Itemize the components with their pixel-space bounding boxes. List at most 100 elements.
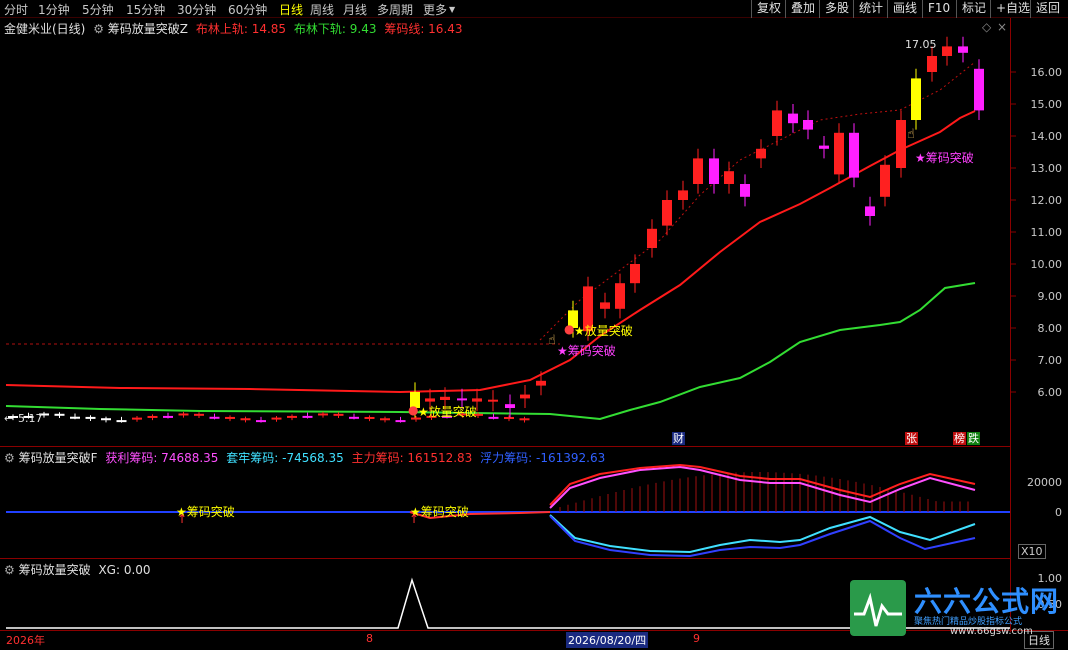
- candle-body: [440, 396, 450, 400]
- candle-body: [788, 113, 798, 124]
- lower-band-label: 布林下轨: 9.43: [293, 22, 377, 36]
- watermark-url: www.66gsw.com: [950, 626, 1033, 637]
- date-month: 9: [693, 632, 700, 645]
- candle-body: [849, 132, 859, 178]
- low-price-label: 5.17: [18, 412, 43, 425]
- panel-divider-2: [0, 558, 1010, 559]
- panel3-legend: ⚙ 筹码放量突破 XG: 0.00: [4, 561, 151, 578]
- candle-body: [472, 398, 482, 402]
- indicator-name[interactable]: 筹码放量突破Z: [108, 22, 188, 36]
- watermark-logo: 六六公式网 聚焦热门精品炒股指标公式 www.66gsw.com: [850, 578, 1060, 638]
- candle-body: [519, 418, 530, 421]
- main-chip-label: 主力筹码: 161512.83: [351, 451, 473, 465]
- panel2-axis-tick: 20000: [1027, 476, 1062, 489]
- candle-body: [942, 46, 952, 56]
- price-tick: 16.00: [1030, 66, 1063, 79]
- panel2-legend: ⚙ 筹码放量突破F 获利筹码: 74688.35 套牢筹码: -74568.35…: [4, 449, 605, 466]
- candle-body: [896, 120, 906, 168]
- cursor-date: 2026/08/20/四: [566, 632, 649, 648]
- profit-chip-line: [549, 465, 976, 509]
- kline-chart[interactable]: [0, 0, 1068, 650]
- candle-body: [318, 413, 328, 416]
- lower-band-line: [5, 282, 976, 421]
- trapped-chip-label: 套牢筹码: -74568.35: [226, 451, 344, 465]
- diamond-icon[interactable]: ◇: [982, 20, 991, 34]
- candle-body: [678, 190, 688, 200]
- hand-pointer-icon: ☝: [907, 127, 915, 142]
- signal-ball-icon: ●: [408, 403, 419, 417]
- settings-gear-icon[interactable]: ⚙: [4, 451, 15, 465]
- price-tick: 11.00: [1030, 226, 1063, 239]
- candle-body: [927, 56, 937, 72]
- candle-body: [54, 413, 65, 416]
- up-arrow-icon: ↑: [409, 512, 420, 526]
- profit-chip-label: 获利筹码: 74688.35: [105, 451, 219, 465]
- xg-value-label: XG: 0.00: [98, 563, 151, 577]
- candle-body: [287, 415, 297, 418]
- candle-body: [504, 417, 514, 420]
- panel-divider-1: [0, 446, 1010, 447]
- price-tick: 13.00: [1030, 162, 1063, 175]
- panel2-axis-tick: 0: [1055, 506, 1062, 519]
- price-tick: 12.00: [1030, 194, 1063, 207]
- candle-body: [693, 158, 703, 184]
- candle-body: [147, 415, 158, 418]
- candle-body: [333, 413, 344, 416]
- candle-body: [488, 399, 498, 402]
- upper-band-label: 布林上轨: 14.85: [195, 22, 287, 36]
- candle-body: [178, 413, 189, 416]
- price-tick: 7.00: [1037, 354, 1063, 367]
- candle-body: [803, 120, 813, 130]
- candle-body: [630, 264, 640, 284]
- candle-body: [615, 283, 625, 309]
- candle-body: [240, 418, 251, 421]
- main-legend: 金健米业(日线) ⚙ 筹码放量突破Z 布林上轨: 14.85 布林下轨: 9.4…: [4, 20, 463, 37]
- close-icon[interactable]: ×: [997, 20, 1007, 34]
- chip-break-label: ★筹码突破: [915, 151, 974, 165]
- candle-body: [395, 420, 406, 423]
- candle-body: [101, 418, 111, 421]
- candle-body: [865, 206, 875, 216]
- candle-body: [349, 416, 359, 419]
- settings-gear-icon[interactable]: ⚙: [93, 22, 104, 36]
- candle-body: [425, 398, 435, 402]
- candle-body: [834, 132, 844, 175]
- volume-break-label: ★放量突破: [418, 405, 477, 419]
- candle-body: [819, 145, 829, 149]
- settings-gear-icon[interactable]: ⚙: [4, 563, 15, 577]
- candle-body: [209, 416, 220, 419]
- candle-body: [756, 148, 766, 159]
- price-tick: 14.00: [1030, 130, 1063, 143]
- candle-body: [271, 417, 282, 420]
- candle-body: [536, 380, 546, 386]
- upper-band-line: [5, 110, 976, 394]
- scale-badge[interactable]: X10: [1018, 544, 1046, 559]
- volume-break-label: ★放量突破: [574, 324, 633, 338]
- panel2-indicator-name[interactable]: 筹码放量突破F: [19, 451, 98, 465]
- candle-body: [647, 228, 657, 248]
- candle-body: [380, 418, 390, 421]
- candle-body: [740, 184, 750, 197]
- price-tick: 10.00: [1030, 258, 1063, 271]
- candle-body: [488, 416, 499, 419]
- list-marker[interactable]: 榜: [953, 432, 966, 445]
- candle-body: [772, 110, 782, 136]
- candle-body: [724, 171, 734, 184]
- low-arrow-icon: ←: [4, 412, 14, 425]
- watermark-logo-icon: [850, 580, 906, 636]
- candle-body: [520, 394, 530, 399]
- fall-marker[interactable]: 跌: [967, 432, 980, 445]
- finance-marker[interactable]: 财: [672, 432, 685, 445]
- date-year: 2026年: [6, 634, 45, 647]
- candle-body: [116, 420, 127, 423]
- up-arrow-icon: ↑: [177, 512, 188, 526]
- candle-body: [709, 158, 719, 184]
- rise-marker[interactable]: 张: [905, 432, 918, 445]
- signal-ball-icon: ●: [564, 322, 575, 336]
- right-axis-divider: [1010, 18, 1011, 632]
- panel3-indicator-name[interactable]: 筹码放量突破: [19, 563, 91, 577]
- stock-title[interactable]: 金健米业(日线): [4, 22, 85, 36]
- price-tick: 15.00: [1030, 98, 1063, 111]
- candle-body: [132, 417, 142, 420]
- candle-body: [302, 415, 313, 418]
